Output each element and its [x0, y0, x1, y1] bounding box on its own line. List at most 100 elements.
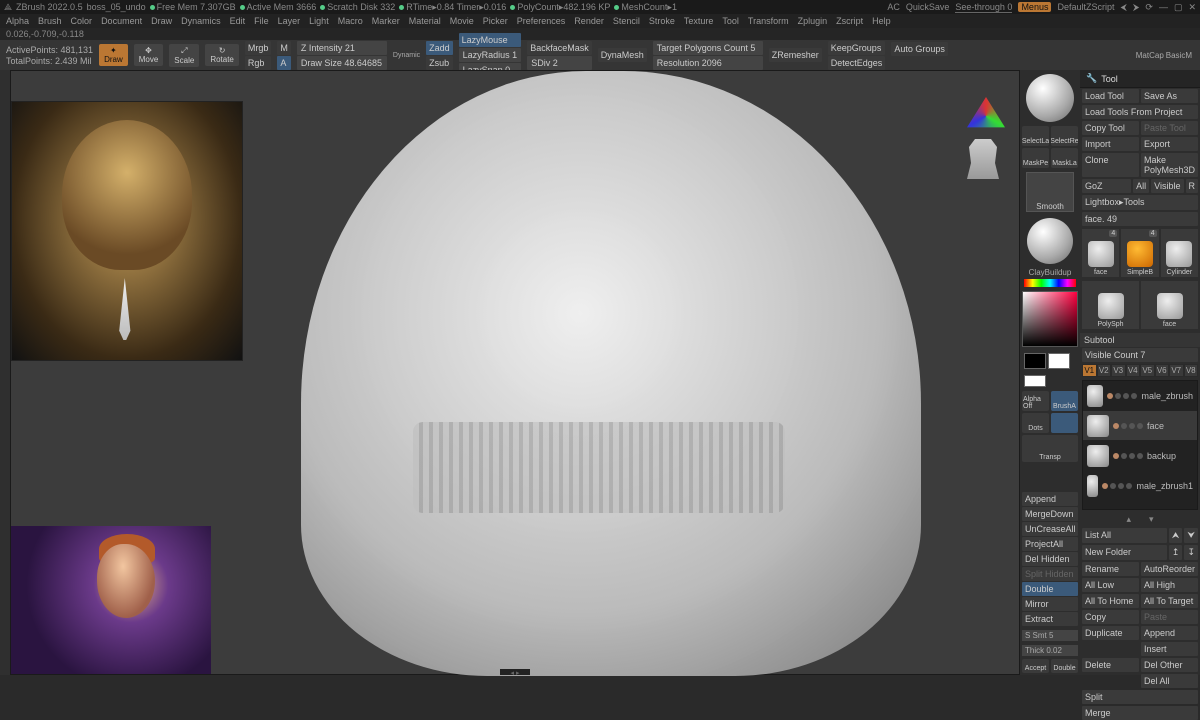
swatch-secondary[interactable]: [1024, 375, 1046, 387]
scroll-up-icon[interactable]: ▴: [1126, 514, 1131, 525]
thick-field[interactable]: Thick 0.02: [1022, 645, 1078, 656]
mask-pen-button[interactable]: MaskPe: [1022, 148, 1049, 168]
menu-preferences[interactable]: Preferences: [517, 16, 566, 26]
canvas[interactable]: ◂ ▸: [10, 70, 1020, 675]
material-sphere[interactable]: [1026, 74, 1074, 122]
menu-zplugin[interactable]: Zplugin: [798, 16, 828, 26]
move-up-button[interactable]: ↥: [1169, 545, 1183, 560]
menu-material[interactable]: Material: [409, 16, 441, 26]
save-as-button[interactable]: Save As: [1141, 89, 1198, 103]
stroke-preview[interactable]: [1051, 413, 1078, 433]
menu-alpha[interactable]: Alpha: [6, 16, 29, 26]
tool-thumb-simpleb[interactable]: 4SimpleB: [1121, 229, 1158, 277]
rgb-button[interactable]: Rgb: [245, 56, 272, 70]
menu-render[interactable]: Render: [574, 16, 604, 26]
menu-layer[interactable]: Layer: [278, 16, 301, 26]
menu-stencil[interactable]: Stencil: [613, 16, 640, 26]
rename-button[interactable]: Rename: [1082, 562, 1139, 576]
select-rect-button[interactable]: SelectRe: [1051, 126, 1078, 146]
menu-marker[interactable]: Marker: [372, 16, 400, 26]
smooth-brush[interactable]: Smooth: [1026, 172, 1074, 212]
dynamic-label[interactable]: Dynamic: [393, 52, 420, 59]
menu-zscript[interactable]: Zscript: [836, 16, 863, 26]
subtool-item-face[interactable]: face: [1083, 411, 1197, 441]
sdiv-field[interactable]: SDiv 2: [527, 56, 592, 70]
paste-tool-button[interactable]: Paste Tool: [1141, 121, 1198, 135]
goz-button[interactable]: GoZ: [1082, 179, 1131, 193]
del-all-button[interactable]: Del All: [1141, 674, 1198, 688]
menu-tool[interactable]: Tool: [722, 16, 739, 26]
left-rail[interactable]: [0, 70, 10, 675]
split-section[interactable]: Split: [1082, 690, 1198, 704]
lazymouse-button[interactable]: LazyMouse: [459, 33, 522, 47]
face-count-field[interactable]: face. 49: [1082, 212, 1198, 226]
detectedges-button[interactable]: DetectEdges: [828, 56, 886, 70]
tool-thumb-face[interactable]: face: [1141, 281, 1198, 329]
zadd-button[interactable]: Zadd: [426, 41, 453, 55]
menu-dynamics[interactable]: Dynamics: [181, 16, 221, 26]
menus-toggle[interactable]: Menus: [1018, 2, 1051, 12]
menu-edit[interactable]: Edit: [230, 16, 246, 26]
close-icon[interactable]: ✕: [1188, 2, 1196, 13]
swatch-white[interactable]: [1048, 353, 1070, 369]
subtool-mirror-button[interactable]: Mirror: [1022, 597, 1078, 611]
visibility-set-v7[interactable]: V7: [1169, 364, 1184, 377]
autogroups-button[interactable]: Auto Groups: [891, 42, 948, 56]
timeline-handle[interactable]: ◂ ▸: [500, 669, 530, 675]
mask-lasso-button[interactable]: MaskLa: [1051, 148, 1078, 168]
subtool-mergedown-button[interactable]: MergeDown: [1022, 507, 1078, 521]
list-all-button[interactable]: List All: [1082, 528, 1167, 543]
move-button[interactable]: ✥Move: [134, 44, 164, 66]
menu-transform[interactable]: Transform: [748, 16, 789, 26]
seethrough-slider[interactable]: See-through 0: [955, 2, 1012, 13]
all-to-home-button[interactable]: All To Home: [1082, 594, 1139, 608]
alpha-off-button[interactable]: Alpha Off: [1022, 391, 1049, 411]
visibility-set-v5[interactable]: V5: [1140, 364, 1155, 377]
dynamesh-button[interactable]: DynaMesh: [598, 48, 647, 62]
load-tool-button[interactable]: Load Tool: [1082, 89, 1139, 103]
m-button[interactable]: M: [277, 41, 291, 55]
paste-subtool-button[interactable]: Paste: [1141, 610, 1198, 624]
reference-image[interactable]: [11, 101, 243, 361]
target-polycount-field[interactable]: Target Polygons Count 5: [653, 41, 763, 55]
lightbox-tools-button[interactable]: Lightbox▸Tools: [1082, 195, 1198, 210]
resolution-field[interactable]: Resolution 2096: [653, 56, 763, 70]
all-high-button[interactable]: All High: [1141, 578, 1198, 592]
visibility-set-v1[interactable]: V1: [1082, 364, 1097, 377]
all-to-target-button[interactable]: All To Target: [1141, 594, 1198, 608]
subtool-del-hidden-button[interactable]: Del Hidden: [1022, 552, 1078, 566]
zsub-button[interactable]: Zsub: [426, 56, 453, 70]
visibility-set-v3[interactable]: V3: [1111, 364, 1126, 377]
double-button[interactable]: Double: [1051, 659, 1078, 673]
duplicate-button[interactable]: Duplicate: [1082, 626, 1139, 640]
maximize-icon[interactable]: ▢: [1174, 2, 1183, 13]
merge-section[interactable]: Merge: [1082, 706, 1198, 720]
ssmt-field[interactable]: S Smt 5: [1022, 630, 1078, 641]
subtool-item-male_zbrush[interactable]: male_zbrush: [1083, 381, 1197, 411]
menu-light[interactable]: Light: [309, 16, 329, 26]
new-folder-button[interactable]: New Folder: [1082, 545, 1167, 560]
ac-toggle[interactable]: AC: [887, 2, 900, 12]
zremesher-button[interactable]: ZRemesher: [769, 48, 822, 62]
hue-bar[interactable]: [1024, 279, 1076, 287]
subtool-item-backup[interactable]: backup: [1083, 441, 1197, 471]
menu-macro[interactable]: Macro: [338, 16, 363, 26]
a-button[interactable]: A: [277, 56, 291, 70]
minimize-icon[interactable]: —: [1159, 2, 1168, 12]
keepgroups-button[interactable]: KeepGroups: [828, 41, 886, 55]
menu-file[interactable]: File: [254, 16, 269, 26]
arrow-up-button[interactable]: ⮝: [1169, 528, 1183, 543]
draw-button[interactable]: ✦Draw: [99, 44, 128, 66]
menu-color[interactable]: Color: [71, 16, 93, 26]
insert-button[interactable]: Insert: [1141, 642, 1198, 656]
menu-help[interactable]: Help: [872, 16, 891, 26]
visibility-set-v8[interactable]: V8: [1184, 364, 1199, 377]
stroke-dots-button[interactable]: Dots: [1022, 413, 1049, 433]
tool-thumb-cylinder[interactable]: Cylinder: [1161, 229, 1198, 277]
menu-texture[interactable]: Texture: [684, 16, 714, 26]
swatch-black[interactable]: [1024, 353, 1046, 369]
goz-all-button[interactable]: All: [1133, 179, 1149, 193]
accept-button[interactable]: Accept: [1022, 659, 1049, 673]
tool-thumb-polysph[interactable]: PolySph: [1082, 281, 1139, 329]
clone-button[interactable]: Clone: [1082, 153, 1139, 177]
